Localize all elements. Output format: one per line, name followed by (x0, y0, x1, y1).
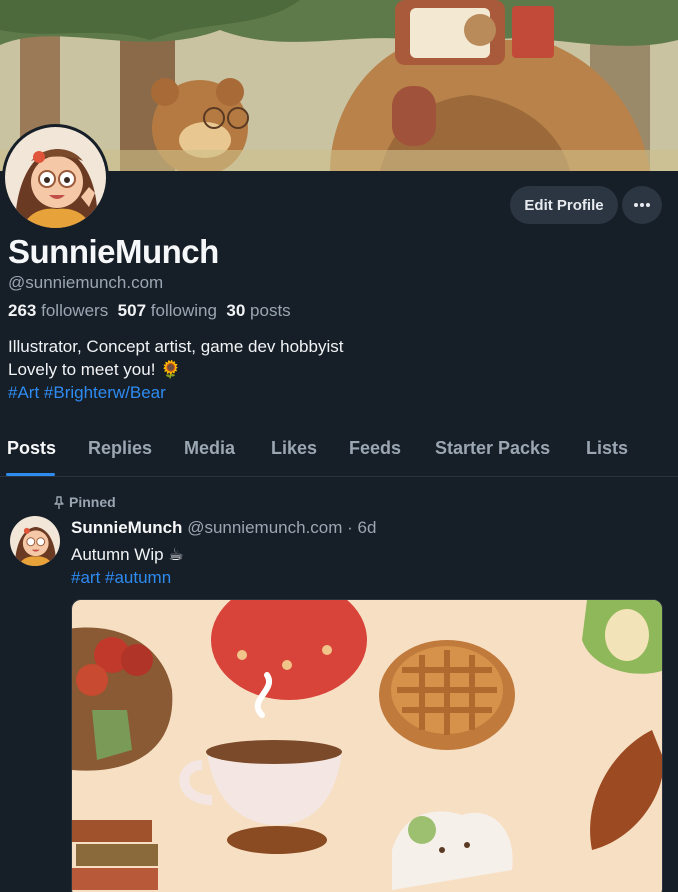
tab-replies[interactable]: Replies (88, 438, 152, 459)
post-separator: · (347, 518, 353, 537)
following-label: following (150, 301, 217, 320)
following-link[interactable]: 507 following (118, 301, 217, 320)
pin-icon (54, 495, 64, 509)
tab-feeds[interactable]: Feeds (349, 438, 401, 459)
display-name: SunnieMunch (8, 233, 219, 270)
post-header: SunnieMunch @sunniemunch.com · 6d (71, 518, 376, 538)
pinned-indicator: Pinned (53, 494, 116, 510)
coffee-emoji: ☕ (168, 545, 184, 564)
profile-banner[interactable] (0, 0, 678, 171)
post-author-avatar[interactable] (10, 516, 60, 566)
post-author-name[interactable]: SunnieMunch (71, 518, 182, 537)
edit-profile-button[interactable]: Edit Profile (510, 186, 618, 224)
profile-tabs: Posts Replies Media Likes Feeds Starter … (0, 426, 678, 477)
posts-count: 30 (226, 301, 246, 320)
more-horizontal-icon (634, 203, 650, 207)
followers-count: 263 (8, 301, 37, 320)
more-options-button[interactable] (622, 186, 662, 224)
active-tab-indicator (6, 473, 55, 476)
post-body: Autumn Wip ☕ #art #autumn (71, 543, 184, 589)
tab-likes[interactable]: Likes (271, 438, 317, 459)
tab-posts[interactable]: Posts (7, 438, 56, 459)
tab-lists[interactable]: Lists (586, 438, 628, 459)
post-author-handle[interactable]: @sunniemunch.com (187, 518, 342, 537)
post-timestamp[interactable]: 6d (358, 518, 377, 537)
sunflower-emoji: 🌻 (160, 360, 182, 379)
posts-stat: 30 posts (226, 301, 290, 320)
post-image[interactable] (71, 599, 663, 892)
followers-link[interactable]: 263 followers (8, 301, 108, 320)
followers-label: followers (41, 301, 109, 320)
bio-hashtags[interactable]: #Art #Brighterw/Bear (8, 381, 343, 404)
profile-stats: 263 followers 507 following 30 posts (8, 301, 291, 321)
tab-media[interactable]: Media (184, 438, 235, 459)
bio-line-2: Lovely to meet you! (8, 360, 156, 379)
post-text: Autumn Wip (71, 545, 164, 564)
post-hashtags[interactable]: #art #autumn (71, 566, 184, 589)
posts-label: posts (250, 301, 291, 320)
profile-bio: Illustrator, Concept artist, game dev ho… (8, 335, 343, 404)
pinned-label: Pinned (69, 494, 116, 510)
profile-avatar[interactable] (2, 124, 109, 231)
bio-line-1: Illustrator, Concept artist, game dev ho… (8, 337, 344, 356)
tab-starter-packs[interactable]: Starter Packs (435, 438, 550, 459)
following-count: 507 (117, 301, 147, 320)
profile-handle: @sunniemunch.com (8, 273, 164, 292)
